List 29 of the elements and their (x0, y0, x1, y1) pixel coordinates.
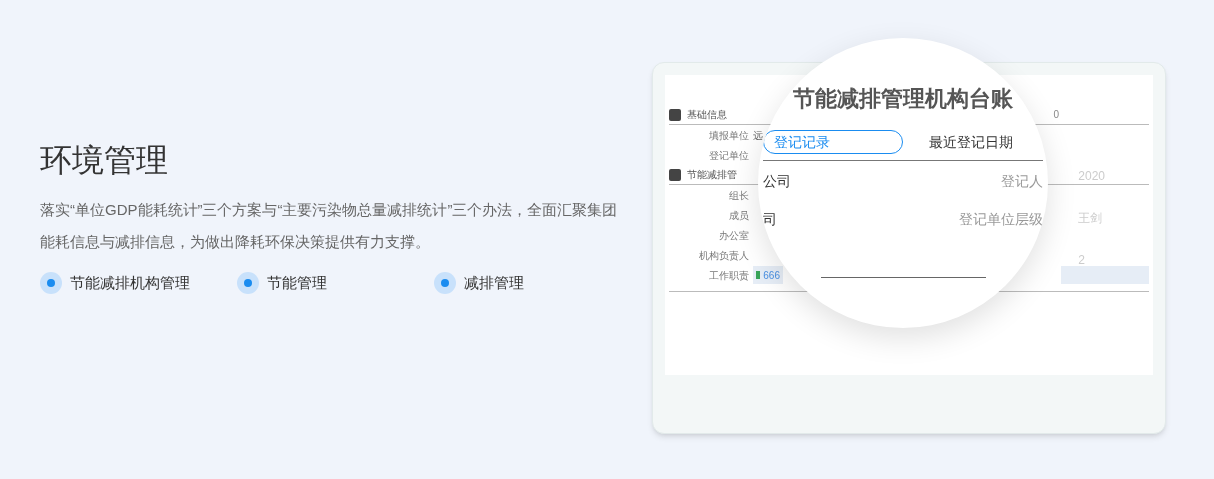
field-label: 机构负责人 (698, 248, 749, 263)
row-value: 司 (763, 209, 777, 229)
row-value: 公司 (763, 171, 791, 191)
feature-label: 节能减排机构管理 (70, 273, 190, 293)
document-icon (669, 108, 681, 121)
field-value: 远 (753, 128, 763, 143)
field-label: 组长 (728, 188, 749, 203)
field-label: 办公室 (718, 228, 749, 243)
description: 落实“单位GDP能耗统计”三个方案与“主要污染物总量减排统计”三个办法，全面汇聚集团能耗信息与减排信息，为做出降耗环保决策提供有力支撑。 (40, 200, 619, 252)
file-icon (756, 271, 761, 279)
feature-label: 减排管理 (464, 273, 524, 293)
lens-title: 节能减排管理机构台账 (793, 85, 1013, 113)
document-icon (669, 168, 681, 181)
field-value: 0 (1053, 108, 1059, 122)
bullet-icon (40, 272, 62, 295)
attachment-link[interactable]: 666 (753, 266, 783, 284)
field-label: 填报单位 (708, 128, 749, 143)
field-label: 登记单位 (708, 148, 749, 163)
section-heading: 节能减排管 (687, 168, 737, 182)
row-label: 登记单位层级 (959, 209, 1043, 229)
section-heading: 基础信息 (687, 108, 727, 122)
tab[interactable]: 最近登记日期 (929, 130, 1013, 154)
field-label: 成员 (728, 208, 749, 223)
field-label: 工作职责 (708, 268, 749, 283)
bullet-icon (237, 272, 259, 295)
bullet-icon (434, 272, 456, 295)
feature-label: 节能管理 (267, 273, 327, 293)
section-title: 环境管理 (40, 141, 169, 180)
row-label: 登记人 (1001, 171, 1043, 191)
